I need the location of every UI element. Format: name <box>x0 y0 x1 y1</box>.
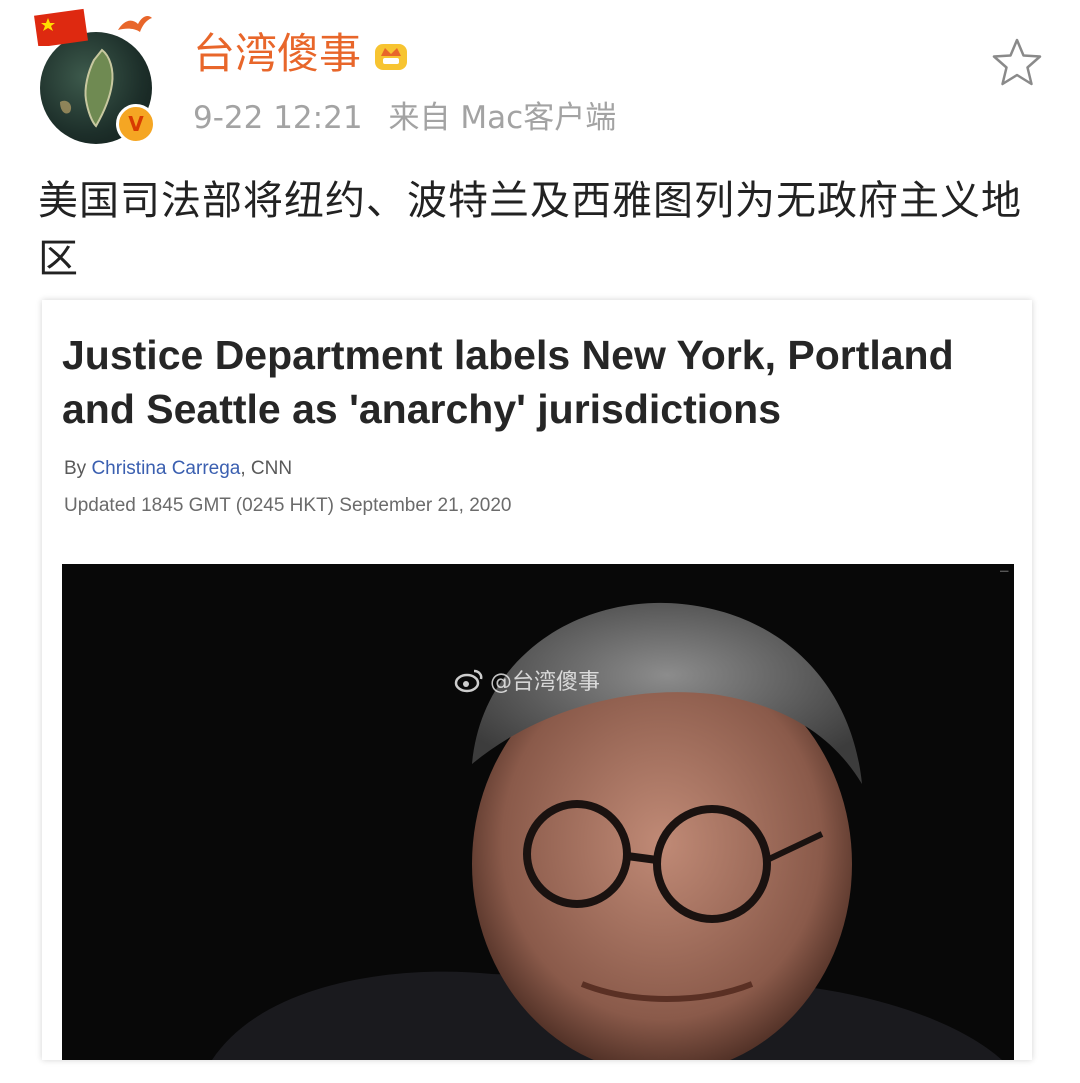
article-byline: By Christina Carrega, CNN <box>64 458 292 480</box>
username-row: 台湾傻事 <box>193 28 411 80</box>
verified-badge-icon: V <box>116 104 156 144</box>
watermark-text: @台湾傻事 <box>490 670 601 695</box>
weibo-watermark: @台湾傻事 <box>454 664 600 696</box>
post-timestamp: 9-22 12:21 <box>193 100 363 136</box>
post-meta: 9-22 12:21 来自 Mac客户端 <box>193 98 616 138</box>
article-headline: Justice Department labels New York, Port… <box>62 332 954 432</box>
crown-membership-icon[interactable] <box>371 34 411 74</box>
post-text: 美国司法部将纽约、波特兰及西雅图列为无政府主义地区 <box>38 178 1022 282</box>
byline-prefix: By <box>64 458 92 479</box>
china-flag-icon <box>34 8 88 46</box>
post-source: 来自 Mac客户端 <box>388 100 617 136</box>
username[interactable]: 台湾傻事 <box>193 28 361 80</box>
article-updated: Updated 1845 GMT (0245 HKT) September 21… <box>64 495 512 516</box>
article-photo: | @台湾傻事 <box>62 564 1014 1060</box>
avatar[interactable]: V <box>34 8 164 144</box>
byline-suffix: , CNN <box>240 458 293 479</box>
article-screenshot[interactable]: Justice Department labels New York, Port… <box>42 300 1032 1060</box>
photo-credit: | <box>1000 570 1010 574</box>
star-icon[interactable] <box>990 36 1044 90</box>
portrait-illustration <box>212 602 1002 1060</box>
bird-decoration-icon <box>118 16 152 32</box>
author-link: Christina Carrega <box>91 458 241 479</box>
weibo-logo-icon <box>454 669 483 693</box>
